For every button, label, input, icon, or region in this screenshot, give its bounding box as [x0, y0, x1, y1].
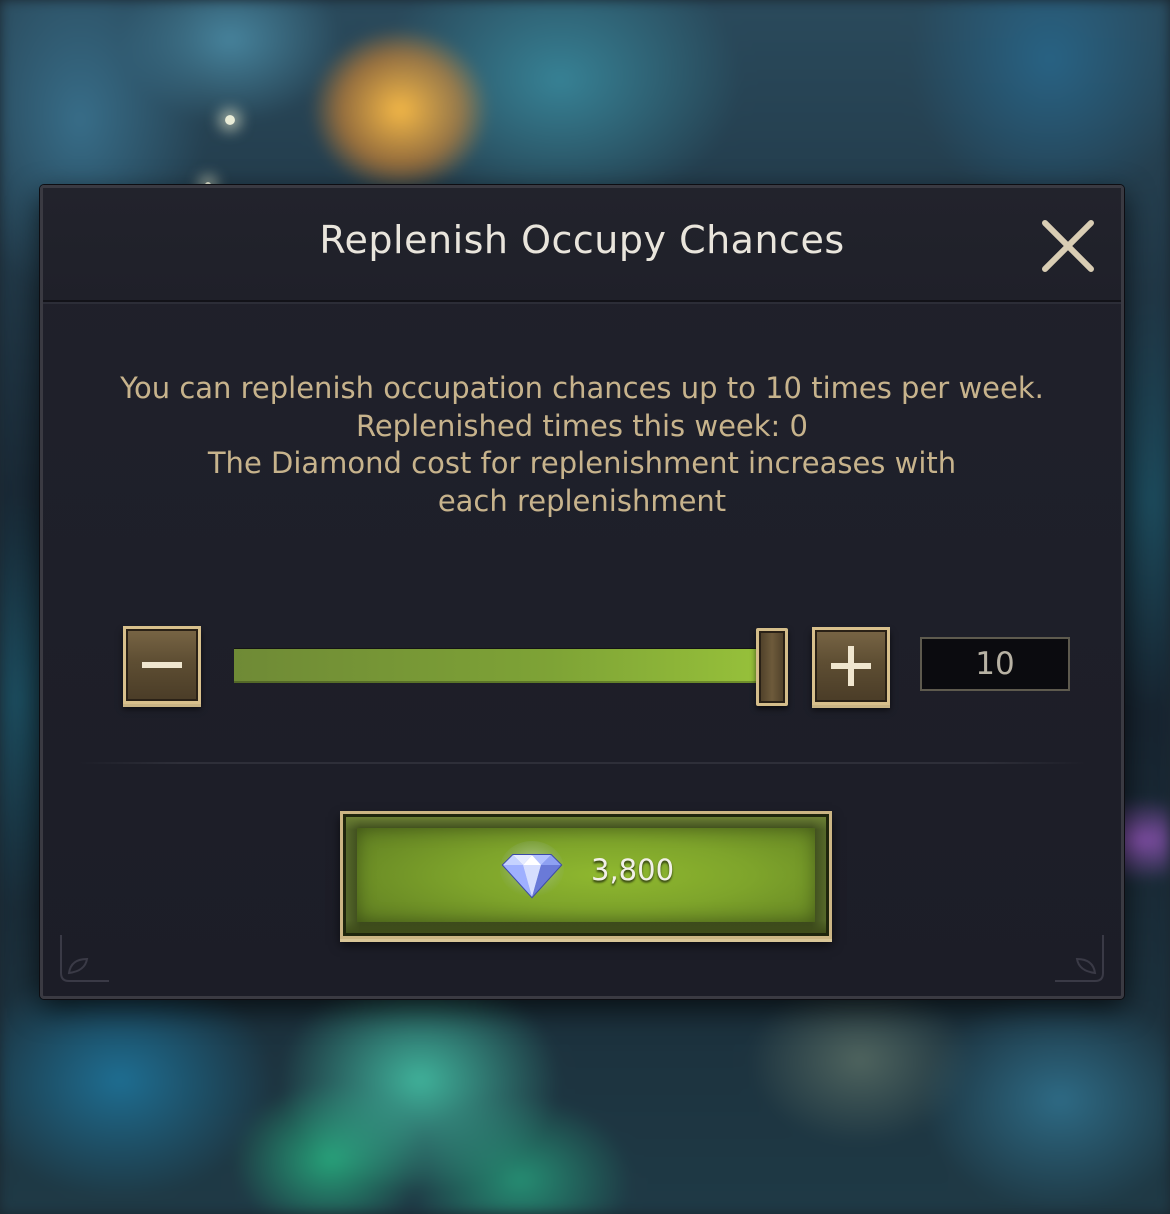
dialog-header: Replenish Occupy Chances — [43, 188, 1121, 302]
buy-button[interactable]: 3,800 — [340, 811, 832, 939]
game-scene: Replenish Occupy Chances You can repleni… — [0, 0, 1170, 1214]
close-button[interactable] — [1035, 213, 1101, 279]
quantity-field[interactable]: 10 — [920, 637, 1070, 691]
corner-ornament-left — [53, 929, 113, 989]
minus-icon — [142, 662, 182, 668]
price-label: 3,800 — [591, 853, 675, 887]
decrease-button[interactable] — [123, 626, 201, 704]
buy-button-face — [357, 828, 815, 922]
info-line-replenished-count: Replenished times this week: 0 — [355, 408, 808, 443]
diamond-icon — [500, 841, 564, 899]
close-icon — [1042, 220, 1094, 272]
plus-icon — [831, 646, 871, 686]
quantity-slider-handle[interactable] — [756, 628, 788, 706]
sparkle-decoration — [225, 115, 235, 125]
replenish-dialog: Replenish Occupy Chances You can repleni… — [40, 185, 1124, 999]
info-line-cost-note: The Diamond cost for replenishment incre… — [207, 446, 957, 518]
increase-button[interactable] — [812, 627, 890, 705]
quantity-slider-fill — [234, 649, 762, 683]
info-line-limit: You can replenish occupation chances up … — [120, 371, 1044, 405]
corner-ornament-right — [1051, 929, 1111, 989]
quantity-slider-track[interactable] — [234, 648, 762, 683]
section-divider — [79, 762, 1085, 764]
info-text: You can replenish occupation chances up … — [83, 370, 1081, 520]
dialog-title: Replenish Occupy Chances — [319, 218, 845, 262]
